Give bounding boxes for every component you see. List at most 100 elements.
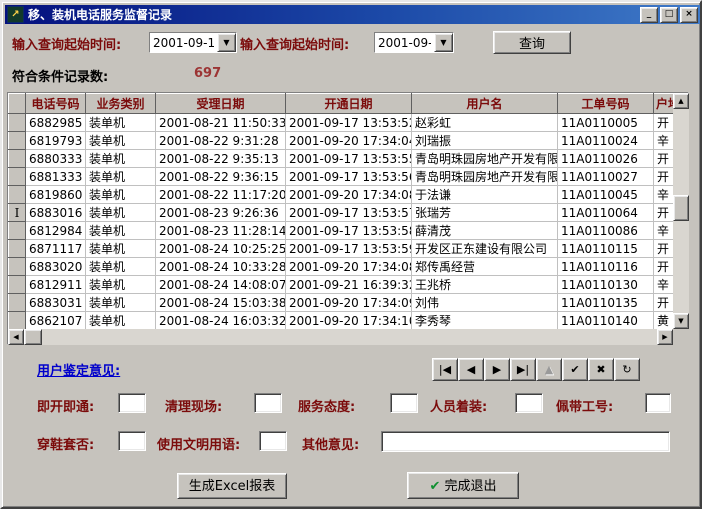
row-selector[interactable] [9, 258, 26, 276]
table-cell: 6883031 [26, 294, 86, 312]
table-cell: 11A0110024 [558, 132, 654, 150]
next-record-button[interactable]: ▶ [484, 358, 510, 381]
table-cell: 2001-08-24 14:08:07 [156, 276, 286, 294]
table-cell: 11A0110135 [558, 294, 654, 312]
table-row[interactable]: 6812984装单机2001-08-23 11:28:142001-09-17 … [9, 222, 674, 240]
table-cell: 11A0110005 [558, 114, 654, 132]
post-record-button[interactable]: ✔ [562, 358, 588, 381]
table-row[interactable]: 6882985装单机2001-08-21 11:50:332001-09-17 … [9, 114, 674, 132]
cancel-record-button[interactable]: ✖ [588, 358, 614, 381]
site-cleanup-field[interactable] [254, 393, 282, 413]
row-selector[interactable] [9, 276, 26, 294]
table-row[interactable]: 6880333装单机2001-08-22 9:35:132001-09-17 1… [9, 150, 674, 168]
table-row[interactable]: 6862107装单机2001-08-24 16:03:322001-09-20 … [9, 312, 674, 330]
column-header[interactable]: 电话号码 [26, 94, 86, 114]
instant-open-field[interactable] [118, 393, 146, 413]
minimize-button[interactable]: _ [640, 7, 658, 23]
date-to-combobox[interactable]: ▼ [374, 32, 454, 53]
other-opinion-field[interactable] [381, 431, 670, 452]
column-header[interactable]: 受理日期 [156, 94, 286, 114]
column-header[interactable]: 用户名 [412, 94, 558, 114]
table-row[interactable]: I6883016装单机2001-08-23 9:26:362001-09-17 … [9, 204, 674, 222]
check-icon: ✔ [430, 479, 441, 494]
row-selector[interactable] [9, 186, 26, 204]
service-attitude-field[interactable] [390, 393, 418, 413]
chevron-down-icon[interactable]: ▼ [217, 33, 236, 52]
table-cell: 2001-08-22 9:36:15 [156, 168, 286, 186]
table-cell: 装单机 [86, 312, 156, 330]
table-cell: 刘瑞振 [412, 132, 558, 150]
table-row[interactable]: 6883020装单机2001-08-24 10:33:282001-09-20 … [9, 258, 674, 276]
maximize-button[interactable]: □ [660, 7, 678, 23]
table-cell: 刘伟 [412, 294, 558, 312]
table-cell: 郑传禹经营 [412, 258, 558, 276]
table-cell: 11A0110140 [558, 312, 654, 330]
refresh-records-button[interactable]: ↻ [614, 358, 640, 381]
table-row[interactable]: 6819860装单机2001-08-22 11:17:202001-09-20 … [9, 186, 674, 204]
badge-worn-field[interactable] [645, 393, 671, 413]
row-selector[interactable] [9, 132, 26, 150]
horizontal-scroll-thumb[interactable] [24, 329, 42, 345]
table-row[interactable]: 6881333装单机2001-08-22 9:36:152001-09-17 1… [9, 168, 674, 186]
db-navigator: |◀◀▶▶|▲✔✖↻ [432, 358, 640, 381]
table-row[interactable]: 6812911装单机2001-08-24 14:08:072001-09-21 … [9, 276, 674, 294]
query-button[interactable]: 查询 [493, 31, 571, 54]
user-opinion-link[interactable]: 用户鉴定意见: [37, 360, 120, 379]
row-selector[interactable] [9, 312, 26, 330]
table-cell: 2001-09-17 13:53:59 [286, 240, 412, 258]
vertical-scrollbar[interactable]: ▲ ▼ [673, 93, 689, 329]
finish-exit-button[interactable]: ✔完成退出 [407, 472, 519, 499]
column-header[interactable]: 业务类别 [86, 94, 156, 114]
table-cell: 6812984 [26, 222, 86, 240]
close-button[interactable]: × [680, 7, 698, 23]
table-row[interactable]: 6871117装单机2001-08-24 10:25:252001-09-17 … [9, 240, 674, 258]
horizontal-scrollbar[interactable]: ◀ ▶ [8, 329, 673, 345]
table-cell: 装单机 [86, 222, 156, 240]
last-record-button[interactable]: ▶| [510, 358, 536, 381]
column-header[interactable]: 开通日期 [286, 94, 412, 114]
row-selector[interactable] [9, 168, 26, 186]
table-cell: 2001-09-21 16:39:32 [286, 276, 412, 294]
row-selector[interactable] [9, 222, 26, 240]
table-cell: 6883020 [26, 258, 86, 276]
row-selector[interactable] [9, 114, 26, 132]
table-cell: 2001-08-24 10:33:28 [156, 258, 286, 276]
generate-excel-button[interactable]: 生成Excel报表 [177, 473, 287, 499]
badge-worn-label: 佩带工号: [556, 396, 613, 415]
row-selector[interactable] [9, 150, 26, 168]
date-from-combobox[interactable]: ▼ [149, 32, 237, 53]
staff-dress-label: 人员着装: [430, 396, 487, 415]
row-selector[interactable] [9, 294, 26, 312]
scroll-down-icon[interactable]: ▼ [673, 313, 689, 329]
shoe-cover-field[interactable] [118, 431, 146, 451]
first-record-button[interactable]: |◀ [432, 358, 458, 381]
column-header[interactable]: 户地 [654, 94, 674, 114]
table-cell: 黄 [654, 312, 674, 330]
table-cell: 11A0110064 [558, 204, 654, 222]
scroll-up-icon[interactable]: ▲ [673, 93, 689, 109]
shoe-cover-label: 穿鞋套否: [37, 434, 94, 453]
table-row[interactable]: 6883031装单机2001-08-24 15:03:382001-09-20 … [9, 294, 674, 312]
vertical-scroll-thumb[interactable] [673, 195, 689, 221]
record-count-label: 符合条件记录数: [12, 66, 108, 85]
table-cell: 青岛明珠园房地产开发有限 [412, 168, 558, 186]
service-attitude-label: 服务态度: [298, 396, 355, 415]
row-selector[interactable] [9, 240, 26, 258]
table-cell: 6812911 [26, 276, 86, 294]
scroll-right-icon[interactable]: ▶ [657, 329, 673, 345]
table-cell: 6862107 [26, 312, 86, 330]
staff-dress-field[interactable] [515, 393, 543, 413]
chevron-down-icon[interactable]: ▼ [434, 33, 453, 52]
prior-record-button[interactable]: ◀ [458, 358, 484, 381]
ibeam-cursor-icon[interactable]: I [9, 204, 26, 222]
date-from-input[interactable] [150, 33, 217, 52]
polite-language-field[interactable] [259, 431, 287, 451]
row-selector-header [9, 94, 26, 114]
column-header[interactable]: 工单号码 [558, 94, 654, 114]
date-to-input[interactable] [375, 33, 434, 52]
table-row[interactable]: 6819793装单机2001-08-22 9:31:282001-09-20 1… [9, 132, 674, 150]
table-cell: 装单机 [86, 132, 156, 150]
table-cell: 2001-08-24 15:03:38 [156, 294, 286, 312]
scroll-left-icon[interactable]: ◀ [8, 329, 24, 345]
table-cell: 2001-09-20 17:34:10 [286, 312, 412, 330]
